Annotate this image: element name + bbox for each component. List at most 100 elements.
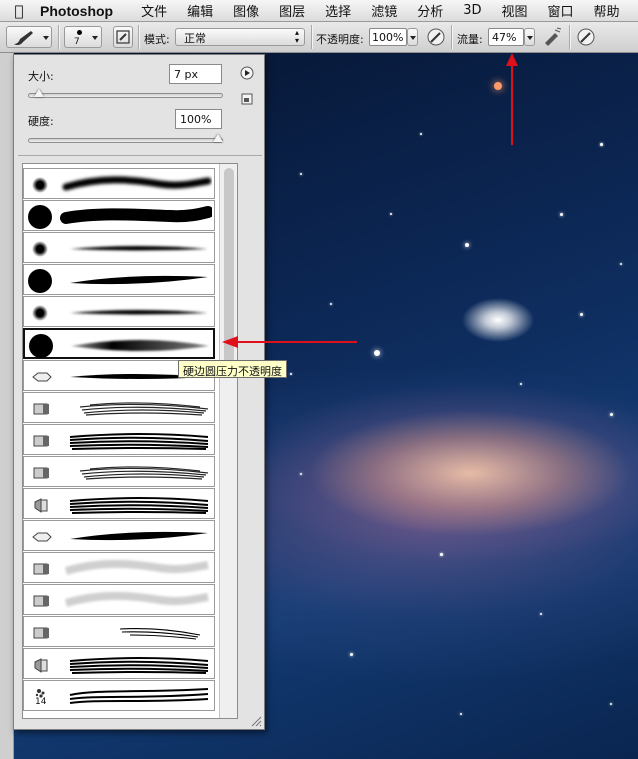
brush-tip-thumbnail: 14 — [27, 684, 57, 709]
brush-preset-list[interactable]: 14 — [22, 163, 238, 719]
brush-stroke-preview — [64, 559, 209, 575]
mode-select[interactable]: 正常 ▴ ▾ — [175, 28, 305, 46]
brush-preset-row[interactable] — [23, 232, 215, 263]
opacity-dropdown[interactable] — [407, 28, 418, 46]
menu-3d[interactable]: 3D — [455, 3, 493, 18]
airbrush-icon — [545, 27, 562, 46]
star — [460, 713, 463, 716]
menu-filter[interactable]: 滤镜 — [363, 1, 409, 20]
brush-stroke-preview — [60, 206, 212, 224]
flow-dropdown[interactable] — [524, 28, 535, 46]
size-pressure-toggle[interactable] — [575, 26, 597, 48]
brush-stroke-preview — [70, 246, 208, 251]
menu-layer[interactable]: 图层 — [271, 1, 317, 20]
menu-window[interactable]: 窗口 — [540, 1, 586, 20]
preset-list-scrollbar[interactable] — [219, 164, 237, 718]
star — [390, 213, 392, 215]
menu-select[interactable]: 选择 — [317, 1, 363, 20]
brush-tip-thumbnail — [27, 396, 57, 421]
opacity-field[interactable]: 100% — [369, 28, 407, 46]
menu-edit[interactable]: 编辑 — [179, 1, 225, 20]
star — [300, 173, 303, 176]
menu-help[interactable]: 帮助 — [586, 1, 632, 20]
brush-preset-row[interactable] — [23, 456, 215, 487]
new-preset-icon[interactable] — [241, 93, 253, 105]
tools-panel-edge[interactable] — [0, 53, 14, 759]
star — [300, 473, 303, 476]
brush-size-readout: 7 — [74, 37, 80, 47]
airbrush-toggle[interactable] — [541, 26, 563, 48]
menu-view[interactable]: 视图 — [494, 1, 540, 20]
chevron-down-icon — [43, 36, 49, 40]
tool-preset-picker[interactable] — [6, 26, 52, 48]
star — [440, 553, 443, 556]
brush-tool-icon — [14, 31, 33, 46]
flow-field[interactable]: 47% — [488, 28, 524, 46]
brush-panel-toggle[interactable] — [113, 26, 133, 48]
brush-stroke-preview — [70, 275, 208, 285]
brush-preset-row[interactable] — [23, 616, 215, 647]
size-input[interactable]: 7 px — [169, 64, 222, 84]
star — [610, 413, 613, 416]
hardness-value: 100% — [180, 113, 212, 126]
brush-tip-thumbnail — [27, 588, 57, 613]
scrollbar-thumb[interactable] — [224, 168, 234, 364]
size-slider-knob[interactable] — [33, 89, 44, 97]
brush-stroke-preview — [69, 497, 209, 514]
brush-stroke-preview — [69, 688, 209, 704]
resize-grip-icon[interactable] — [250, 715, 262, 727]
brush-tip-thumbnail — [27, 492, 57, 517]
menu-analysis[interactable]: 分析 — [409, 1, 455, 20]
brush-tip-thumbnail — [27, 652, 57, 677]
flow-label: 流量: — [457, 33, 483, 46]
brush-tip-thumbnail — [27, 460, 57, 485]
size-slider[interactable] — [28, 93, 223, 98]
opacity-label: 不透明度: — [316, 33, 364, 46]
brush-preset-row[interactable] — [23, 648, 215, 679]
brush-panel-icon — [116, 30, 130, 44]
menu-file[interactable]: 文件 — [133, 1, 179, 20]
menu-image[interactable]: 图像 — [225, 1, 271, 20]
brush-preset-row[interactable] — [23, 520, 215, 551]
brush-preset-row[interactable] — [23, 264, 215, 295]
brush-stroke-preview — [79, 402, 209, 416]
star — [290, 373, 292, 375]
brush-picker-button[interactable]: 7 — [64, 26, 102, 48]
chevron-down-icon — [527, 36, 533, 40]
hardness-slider[interactable] — [28, 138, 223, 143]
brush-stroke-preview — [64, 591, 209, 607]
hardness-slider-knob[interactable] — [213, 134, 223, 142]
brush-preset-row[interactable]: 14 — [23, 680, 215, 711]
brush-preset-row[interactable] — [23, 296, 215, 327]
brush-tip-thumbnail — [28, 333, 58, 358]
brush-preset-row[interactable] — [23, 552, 215, 583]
brush-tip-thumbnail — [27, 428, 57, 453]
brush-preset-row[interactable] — [23, 328, 215, 359]
brush-stroke-preview — [70, 310, 208, 315]
hardness-input[interactable]: 100% — [175, 109, 222, 129]
size-label: 大小: — [28, 70, 54, 83]
opacity-pressure-toggle[interactable] — [425, 26, 447, 48]
brush-tip-thumbnail — [27, 204, 57, 229]
apple-logo-icon[interactable]:  — [0, 2, 38, 20]
brush-tip-thumbnail — [27, 556, 57, 581]
chevron-down-icon — [410, 36, 416, 40]
brush-tip-thumbnail — [27, 236, 57, 261]
brush-preset-row[interactable] — [23, 488, 215, 519]
star — [374, 350, 380, 356]
brush-preset-row[interactable] — [23, 584, 215, 615]
brush-stroke-preview — [62, 176, 212, 191]
brush-tip-thumbnail — [27, 300, 57, 325]
brush-stroke-preview — [70, 531, 208, 541]
brush-preset-row[interactable] — [23, 392, 215, 423]
brush-preset-row[interactable] — [23, 200, 215, 231]
star — [494, 82, 502, 90]
brush-stroke-preview — [69, 433, 209, 450]
brush-preset-picker-panel: 大小: 7 px 硬度: 100% 14 — [13, 54, 265, 730]
brush-preset-row[interactable] — [23, 168, 215, 199]
app-menu[interactable]: Photoshop — [38, 3, 133, 19]
panel-menu-icon[interactable] — [240, 66, 254, 80]
brush-stroke-preview — [119, 628, 201, 640]
brush-preset-row[interactable] — [23, 424, 215, 455]
brush-tip-thumbnail — [27, 620, 57, 645]
